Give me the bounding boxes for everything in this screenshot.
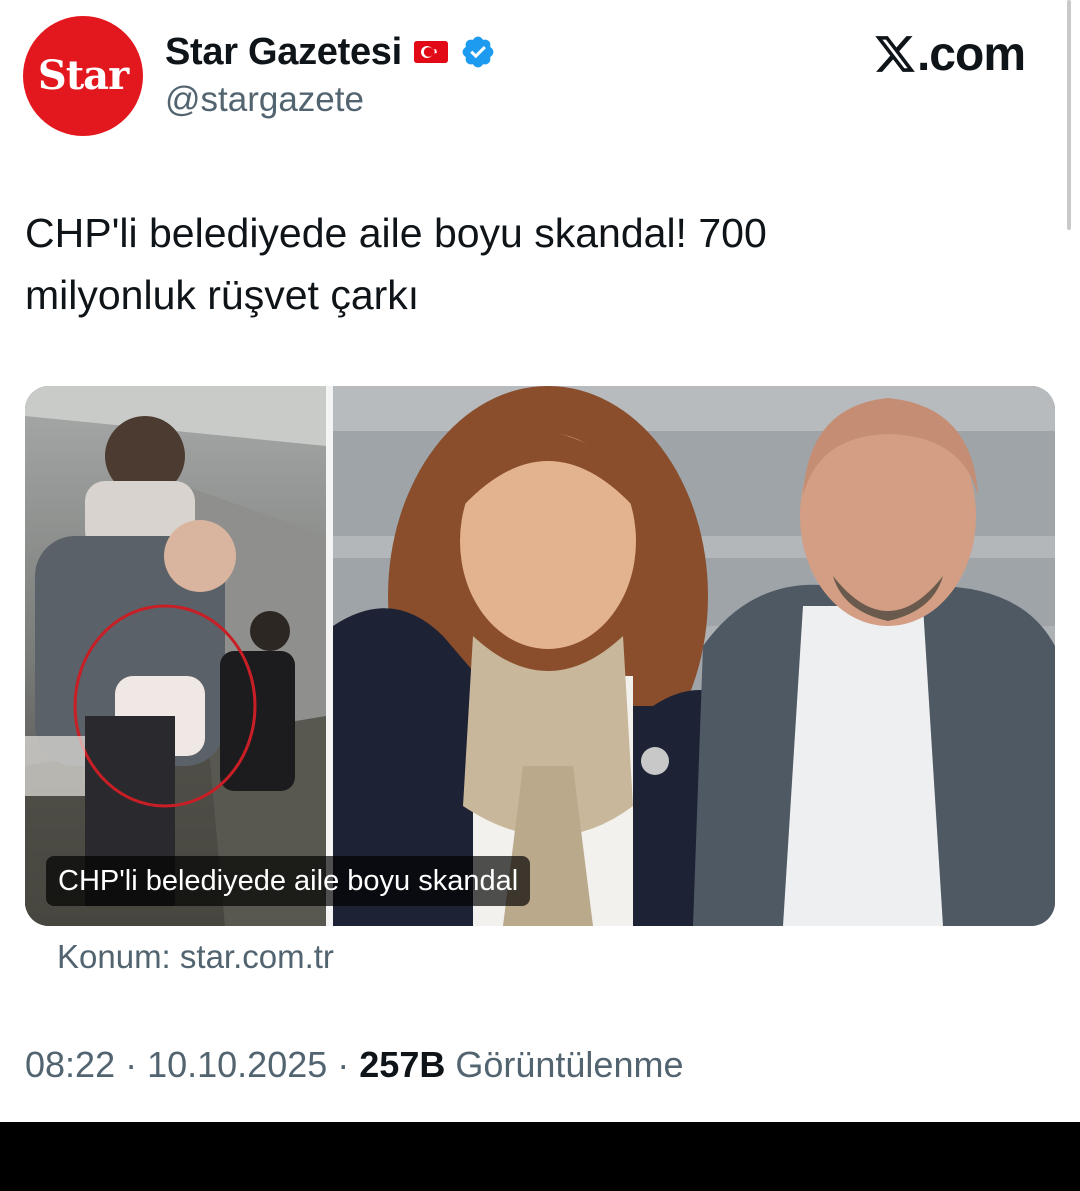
site-brand-text: .com <box>916 27 1026 81</box>
meta-separator: · <box>327 1044 360 1085</box>
avatar-logo-text: Star <box>37 51 129 99</box>
media-divider <box>326 386 333 926</box>
media-caption: CHP'li belediyede aile boyu skandal <box>46 856 531 906</box>
tweet-screenshot: Star Star Gazetesi @stargazete .com CHP'… <box>0 0 1080 1122</box>
x-com-brand: .com <box>873 26 1026 82</box>
scrollbar-thumb[interactable] <box>1067 0 1071 230</box>
link-source[interactable]: Konum: star.com.tr <box>57 938 334 976</box>
meta-separator: · <box>115 1044 148 1085</box>
view-count: 257B <box>359 1044 446 1085</box>
tweet-time[interactable]: 08:22 <box>25 1044 115 1085</box>
view-count-label: Görüntülenme <box>445 1044 684 1085</box>
verified-badge-icon <box>462 36 494 68</box>
tweet-text: CHP'li belediyede aile boyu skandal! 700… <box>25 202 1035 326</box>
tweet-text-line-2: milyonluk rüşvet çarkı <box>25 272 420 318</box>
media-photo-escalator <box>25 386 326 926</box>
display-name[interactable]: Star Gazetesi <box>165 31 402 74</box>
author-name-row[interactable]: Star Gazetesi <box>165 28 496 76</box>
author-handle[interactable]: @stargazete <box>165 80 364 120</box>
x-logo-icon <box>875 36 915 72</box>
bottom-black-bar <box>0 1122 1080 1191</box>
turkey-flag-icon <box>413 41 448 63</box>
avatar[interactable]: Star <box>23 16 143 136</box>
media-card[interactable]: CHP'li belediyede aile boyu skandal <box>25 386 1055 926</box>
tweet-text-line-1: CHP'li belediyede aile boyu skandal! 700 <box>25 210 767 256</box>
tweet-date[interactable]: 10.10.2025 <box>147 1044 327 1085</box>
tweet-meta: 08:22 · 10.10.2025 · 257B Görüntülenme <box>25 1044 683 1086</box>
media-photo-portrait <box>333 386 1055 926</box>
